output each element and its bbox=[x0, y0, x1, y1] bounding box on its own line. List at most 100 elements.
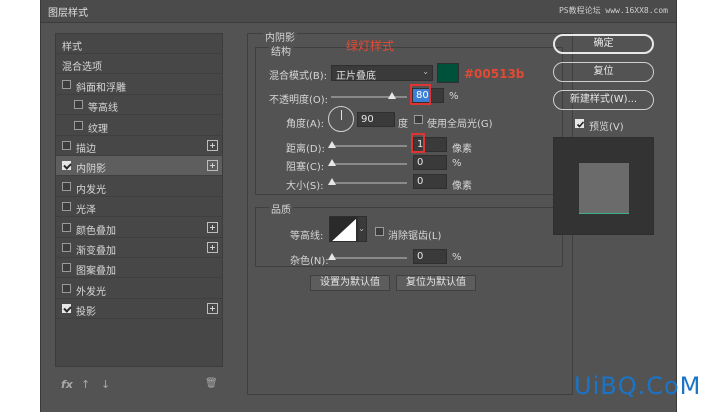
style-item[interactable]: 内发光 bbox=[56, 177, 222, 197]
styles-list-footer: fx ↑ ↓ 🗑 bbox=[55, 378, 221, 394]
style-item-checkbox[interactable] bbox=[74, 120, 83, 130]
style-item-checkbox[interactable] bbox=[62, 304, 71, 314]
opacity-label: 不透明度(O): bbox=[269, 95, 329, 106]
title-bar[interactable]: 图层样式 PS教程论坛 www.16XX8.com bbox=[41, 0, 676, 23]
add-effect-icon[interactable] bbox=[207, 221, 218, 233]
blend-mode-select[interactable]: 正片叠底 ⌄ bbox=[331, 65, 433, 82]
choke-slider-knob[interactable] bbox=[328, 159, 336, 166]
opacity-slider-knob[interactable] bbox=[387, 92, 396, 99]
style-item[interactable]: 描边 bbox=[56, 136, 222, 156]
style-item-label: 渐变叠加 bbox=[76, 246, 116, 257]
style-item[interactable]: 渐变叠加 bbox=[56, 238, 222, 258]
style-item[interactable]: 混合选项 bbox=[56, 54, 222, 75]
color-hex-annotation: #00513b bbox=[464, 67, 525, 81]
style-item-checkbox[interactable] bbox=[62, 222, 71, 232]
opacity-input-pad bbox=[430, 88, 444, 103]
style-item-checkbox[interactable] bbox=[74, 100, 83, 110]
uibq-logo-watermark: UiBQ.CoM bbox=[574, 372, 702, 400]
choke-label: 阻塞(C): bbox=[286, 162, 325, 173]
distance-label: 距离(D): bbox=[286, 144, 325, 155]
style-item[interactable]: 斜面和浮雕 bbox=[56, 75, 222, 95]
style-item-label: 颜色叠加 bbox=[76, 225, 116, 237]
style-item-checkbox[interactable] bbox=[62, 243, 71, 252]
style-item-label: 样式 bbox=[62, 42, 82, 53]
antialias-checkbox[interactable] bbox=[375, 227, 384, 236]
quality-title: 品质 bbox=[269, 201, 293, 216]
reset-button[interactable]: 复位 bbox=[553, 62, 654, 82]
noise-slider-track[interactable] bbox=[331, 257, 407, 259]
distance-unit: 像素 bbox=[452, 144, 472, 155]
annotation-green-light: 绿灯样式 bbox=[346, 39, 395, 53]
distance-slider-track[interactable] bbox=[331, 145, 407, 147]
shadow-color-swatch[interactable] bbox=[437, 63, 459, 83]
style-item-checkbox[interactable] bbox=[62, 161, 71, 171]
contour-preview[interactable] bbox=[329, 216, 357, 242]
size-slider-knob[interactable] bbox=[328, 178, 336, 185]
noise-unit: % bbox=[452, 252, 462, 263]
style-item[interactable]: 颜色叠加 bbox=[56, 218, 222, 238]
size-input[interactable]: 0 bbox=[413, 174, 447, 189]
styles-list: 样式 混合选项 斜面和浮雕等高线纹理描边内阴影内发光光泽颜色叠加渐变叠加图案叠加 外发… bbox=[55, 33, 223, 367]
style-item-checkbox[interactable] bbox=[62, 181, 71, 191]
style-item-checkbox[interactable] bbox=[62, 263, 71, 273]
style-item-checkbox[interactable] bbox=[62, 141, 71, 150]
move-up-icon[interactable]: ↑ bbox=[81, 378, 90, 391]
new-style-button[interactable]: 新建样式(W)... bbox=[553, 90, 654, 110]
chevron-down-icon: ⌄ bbox=[422, 67, 429, 76]
style-item[interactable]: 光泽 bbox=[56, 197, 222, 218]
preview-checkbox[interactable] bbox=[575, 119, 585, 128]
opacity-unit: % bbox=[449, 91, 459, 102]
style-item[interactable]: 图案叠加 bbox=[56, 258, 222, 279]
add-effect-icon[interactable] bbox=[207, 160, 218, 172]
style-item[interactable]: 样式 bbox=[56, 34, 222, 54]
add-effect-icon[interactable] bbox=[207, 242, 218, 253]
add-effect-icon[interactable] bbox=[207, 140, 218, 151]
style-item[interactable]: 纹理 bbox=[56, 116, 222, 136]
dialog-title: 图层样式 bbox=[48, 8, 88, 19]
style-item-label: 纹理 bbox=[88, 123, 108, 135]
contour-dropdown[interactable]: ⌄ bbox=[357, 216, 367, 242]
size-label: 大小(S): bbox=[286, 181, 324, 192]
style-item-checkbox[interactable] bbox=[62, 79, 71, 89]
reset-default-button[interactable]: 复位为默认值 bbox=[396, 275, 476, 291]
style-item-label: 投影 bbox=[76, 307, 96, 319]
choke-slider-track[interactable] bbox=[331, 163, 407, 165]
antialias-label: 消除锯齿(L) bbox=[388, 231, 442, 242]
distance-slider-knob[interactable] bbox=[328, 141, 336, 148]
move-down-icon[interactable]: ↓ bbox=[101, 378, 110, 391]
blend-mode-value: 正片叠底 bbox=[336, 71, 376, 82]
add-effect-icon[interactable] bbox=[207, 303, 218, 315]
style-item-checkbox[interactable] bbox=[62, 202, 71, 212]
angle-input[interactable]: 90 bbox=[357, 112, 395, 127]
style-preview bbox=[553, 137, 654, 235]
style-item-label: 内阴影 bbox=[76, 164, 106, 176]
angle-unit: 度 bbox=[398, 119, 408, 130]
fx-icon[interactable]: fx bbox=[61, 378, 73, 391]
style-item[interactable]: 投影 bbox=[56, 299, 222, 320]
style-item[interactable]: 等高线 bbox=[56, 95, 222, 116]
style-item[interactable]: 内阴影 bbox=[56, 156, 222, 177]
style-item-checkbox[interactable] bbox=[62, 283, 71, 293]
ok-button[interactable]: 确定 bbox=[553, 34, 654, 54]
style-item-label: 等高线 bbox=[88, 103, 118, 115]
noise-slider-knob[interactable] bbox=[328, 253, 336, 260]
style-item-label: 描边 bbox=[76, 144, 96, 155]
opacity-highlight-box bbox=[410, 84, 431, 105]
choke-input[interactable]: 0 bbox=[413, 155, 447, 170]
layer-style-dialog: 图层样式 PS教程论坛 www.16XX8.com 样式 混合选项 斜面和浮雕等高线… bbox=[41, 0, 700, 412]
set-default-button[interactable]: 设置为默认值 bbox=[310, 275, 390, 291]
style-item-label: 光泽 bbox=[76, 205, 96, 217]
angle-label: 角度(A): bbox=[286, 119, 325, 130]
size-slider-track[interactable] bbox=[331, 182, 407, 184]
style-item[interactable]: 外发光 bbox=[56, 279, 222, 299]
preview-label: 预览(V) bbox=[589, 122, 624, 133]
trash-icon[interactable]: 🗑 bbox=[205, 378, 218, 389]
style-item-label: 图案叠加 bbox=[76, 266, 116, 278]
angle-dial[interactable] bbox=[328, 106, 354, 132]
style-item-label: 内发光 bbox=[76, 184, 106, 196]
noise-label: 杂色(N): bbox=[290, 256, 329, 267]
size-unit: 像素 bbox=[452, 181, 472, 192]
style-preview-thumb bbox=[579, 163, 629, 214]
global-light-checkbox[interactable] bbox=[414, 115, 423, 124]
noise-input[interactable]: 0 bbox=[413, 249, 447, 264]
